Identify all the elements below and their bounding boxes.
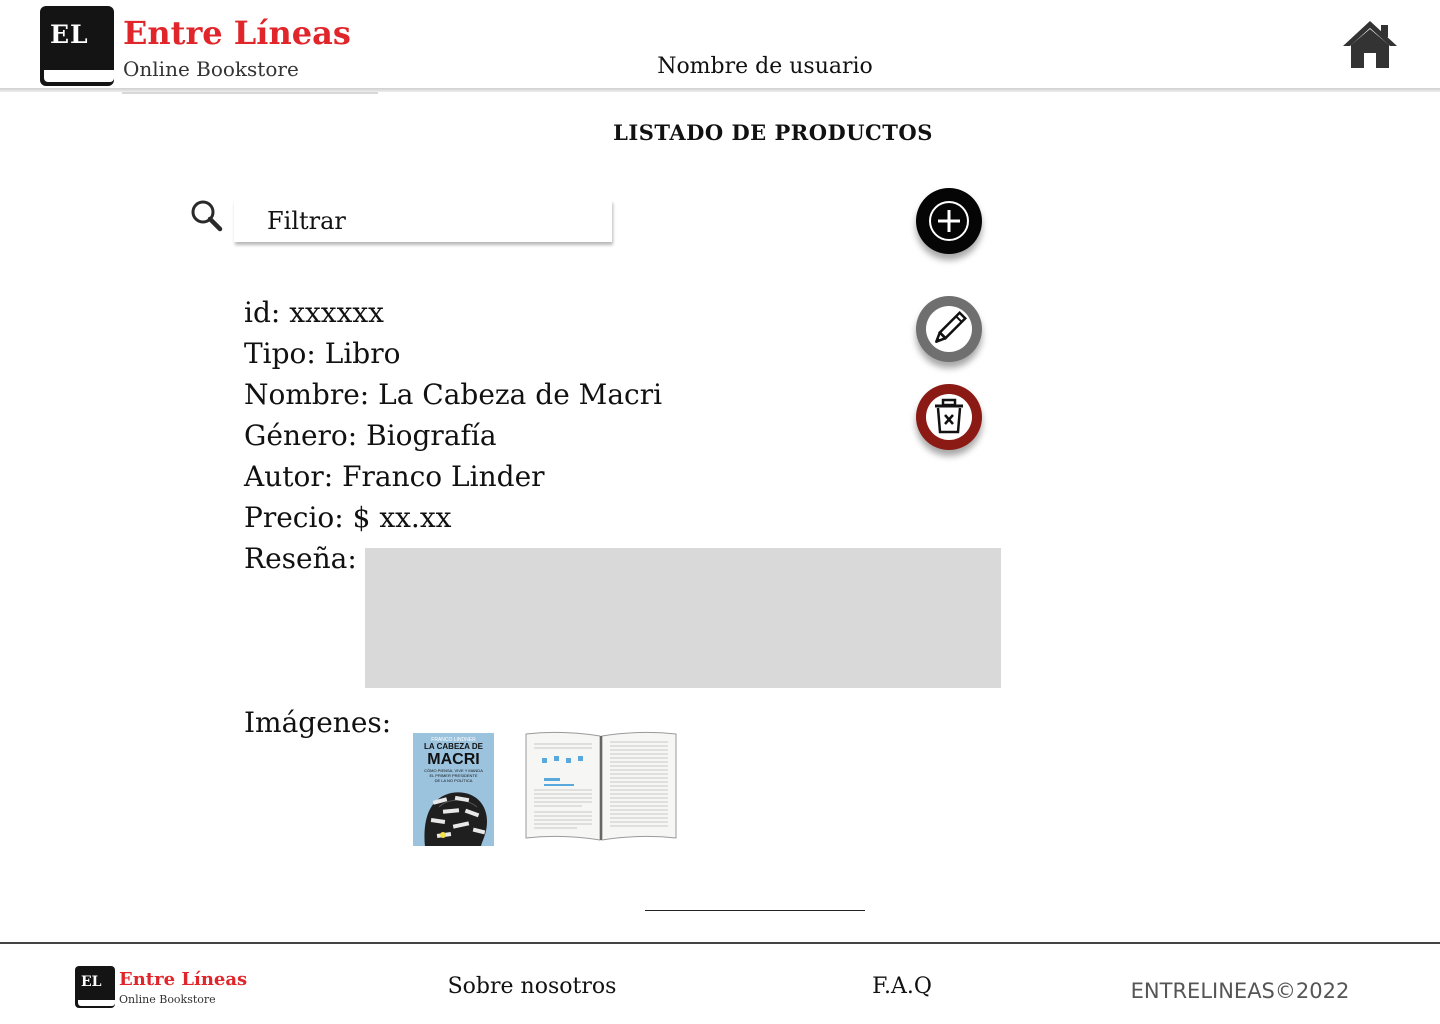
add-product-button[interactable] xyxy=(916,188,982,254)
about-us-link[interactable]: Sobre nosotros xyxy=(420,972,644,1002)
product-price: Precio: $ xx.xx xyxy=(244,501,452,534)
cover-title-line2: MACRI xyxy=(427,751,479,768)
section-divider xyxy=(645,910,865,911)
home-icon xyxy=(1343,21,1397,68)
brand-subtitle: Online Bookstore xyxy=(123,57,299,81)
product-genre: Género: Biografía xyxy=(244,419,497,452)
product-name: Nombre: La Cabeza de Macri xyxy=(244,378,663,411)
username-label: Nombre de usuario xyxy=(657,54,873,79)
copyright-text: ENTRELINEAS©2022 xyxy=(1130,979,1350,1003)
header-divider xyxy=(0,88,1440,92)
footer-logo-initials: EL xyxy=(81,974,102,990)
search-icon[interactable] xyxy=(188,198,224,234)
book-open-image[interactable] xyxy=(522,728,680,844)
brand-name: Entre Líneas xyxy=(123,14,351,52)
book-logo-icon: EL xyxy=(40,6,116,88)
images-label: Imágenes: xyxy=(244,706,392,739)
footer-divider xyxy=(0,942,1440,944)
cover-title-line1: LA CABEZA DE xyxy=(424,742,484,751)
product-id: id: xxxxxx xyxy=(244,296,384,329)
cover-tagline-line3: DE LA NO POLÍTICA xyxy=(435,778,473,783)
logo-initials: EL xyxy=(50,20,89,49)
filter-input[interactable] xyxy=(234,200,612,242)
filter-field xyxy=(234,200,612,242)
product-author: Autor: Franco Linder xyxy=(244,460,545,493)
home-button[interactable] xyxy=(1340,18,1400,72)
review-text-area[interactable] xyxy=(365,548,1001,688)
logo-divider xyxy=(122,92,378,94)
plus-circle-icon xyxy=(938,210,960,232)
book-cover-image[interactable]: FRANCO LINDNER LA CABEZA DE MACRI CÓMO P… xyxy=(413,733,494,846)
footer-brand-subtitle: Online Bookstore xyxy=(119,993,216,1006)
review-label: Reseña: xyxy=(244,542,357,575)
product-details: id: xxxxxx Tipo: Libro Nombre: La Cabeza… xyxy=(244,292,944,538)
faq-link[interactable]: F.A.Q xyxy=(860,972,944,1002)
page-title: LISTADO DE PRODUCTOS xyxy=(613,120,933,145)
app-header: EL Entre Líneas Online Bookstore Nombre … xyxy=(0,0,1440,94)
footer-brand-name: Entre Líneas xyxy=(119,969,248,990)
product-type: Tipo: Libro xyxy=(244,337,401,370)
